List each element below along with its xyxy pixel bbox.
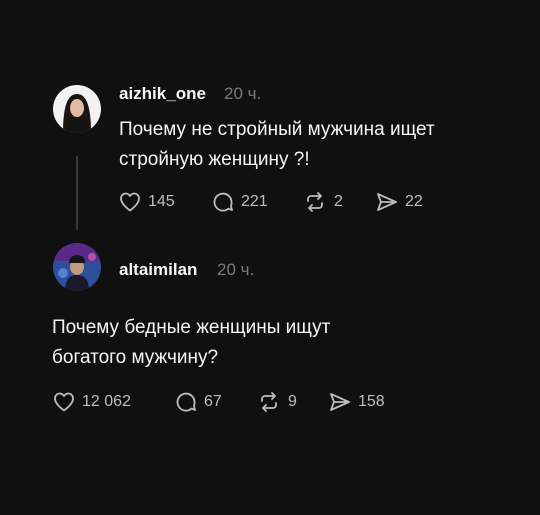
repost-count: 9 bbox=[288, 393, 297, 410]
comment-count: 67 bbox=[204, 393, 222, 410]
timestamp: 20 ч. bbox=[224, 84, 262, 103]
repost-icon bbox=[261, 392, 277, 412]
share-count: 158 bbox=[358, 393, 385, 410]
share-icon bbox=[330, 393, 350, 411]
comment-icon bbox=[213, 192, 233, 212]
thread-line bbox=[76, 156, 78, 230]
comment-icon bbox=[176, 392, 196, 412]
post-text-line: стройную женщину ?! bbox=[119, 149, 310, 170]
repost-button[interactable]: 2 bbox=[302, 190, 343, 214]
post-text-line: богатого мужчину? bbox=[52, 347, 219, 368]
post-text: Почему бедные женщины ищут богатого мужч… bbox=[52, 313, 330, 373]
avatar[interactable] bbox=[53, 243, 101, 291]
heart-icon bbox=[54, 392, 74, 412]
comment-button[interactable]: 67 bbox=[174, 390, 222, 414]
repost-button[interactable]: 9 bbox=[256, 390, 297, 414]
repost-icon bbox=[307, 192, 323, 212]
like-count: 12 062 bbox=[82, 393, 131, 410]
like-button[interactable]: 145 bbox=[118, 190, 175, 214]
repost-count: 2 bbox=[334, 193, 343, 210]
share-count: 22 bbox=[405, 193, 423, 210]
username[interactable]: altaimilan bbox=[119, 260, 197, 280]
username[interactable]: aizhik_one bbox=[119, 84, 206, 104]
post-text-line: Почему бедные женщины ищут bbox=[52, 317, 331, 338]
share-icon bbox=[377, 193, 397, 211]
share-button[interactable]: 22 bbox=[375, 190, 423, 214]
comment-count: 221 bbox=[241, 193, 268, 210]
comment-button[interactable]: 221 bbox=[211, 190, 268, 214]
post-text: Почему не стройный мужчина ищет стройную… bbox=[119, 115, 435, 175]
like-count: 145 bbox=[148, 193, 175, 210]
share-button[interactable]: 158 bbox=[328, 390, 385, 414]
heart-icon bbox=[120, 192, 140, 212]
avatar[interactable] bbox=[53, 85, 101, 133]
post-text-line: Почему не стройный мужчина ищет bbox=[119, 119, 435, 140]
timestamp: 20 ч. bbox=[217, 260, 255, 279]
like-button[interactable]: 12 062 bbox=[52, 390, 131, 414]
